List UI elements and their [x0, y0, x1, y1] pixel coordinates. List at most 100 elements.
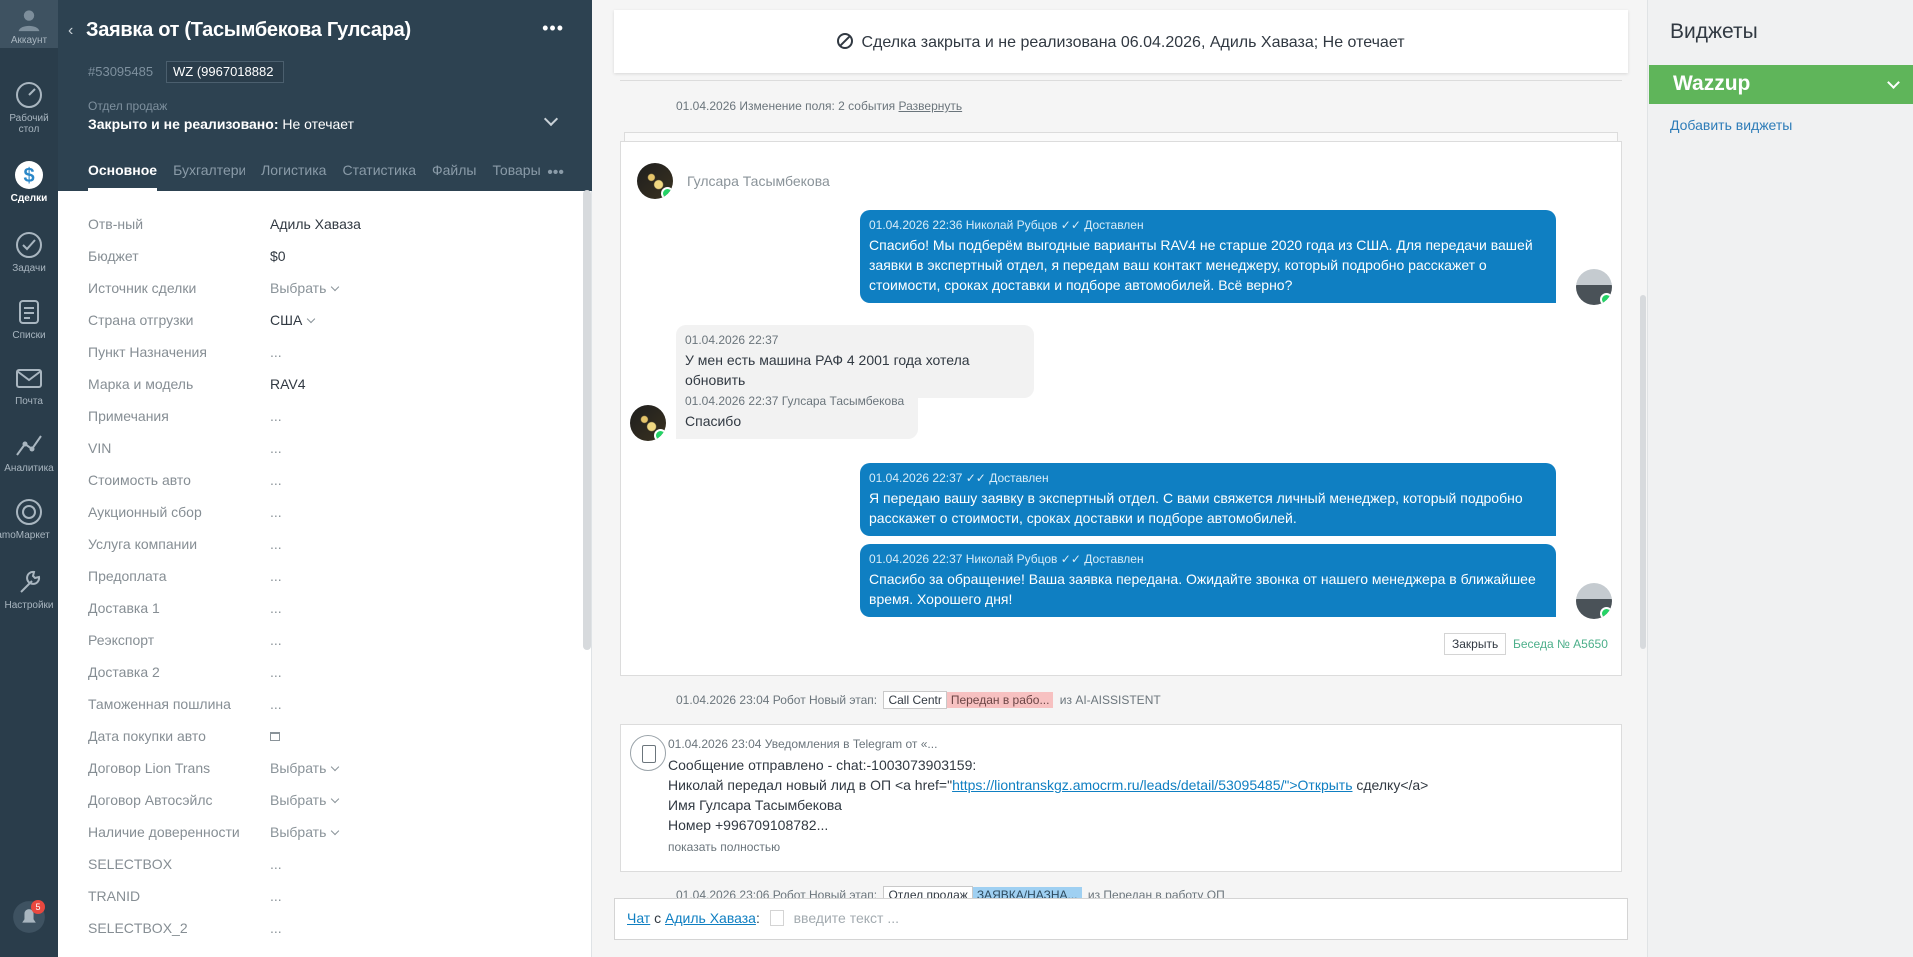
field-value[interactable]: ...	[270, 632, 282, 648]
field-label: Пункт Назначения	[88, 344, 207, 360]
nav-deals[interactable]: $ Сделки	[0, 160, 58, 204]
status-name: Закрыто и не реализовано:	[88, 116, 279, 132]
nav-tasks[interactable]: Задачи	[0, 230, 58, 274]
field-label: VIN	[88, 440, 112, 456]
field-delivery-2: Доставка 2...	[88, 656, 568, 688]
lead-scrollbar[interactable]	[583, 190, 591, 650]
field-value[interactable]: RAV4	[270, 376, 306, 392]
composer-with: с	[650, 910, 666, 926]
avatar[interactable]	[630, 405, 666, 441]
whatsapp-icon	[661, 187, 673, 199]
field-value[interactable]: ...	[270, 472, 282, 488]
nav-market[interactable]: amoМаркет	[0, 497, 58, 541]
nav-mail-label: Почта	[15, 396, 43, 407]
recipient-link[interactable]: Адиль Хаваза	[665, 910, 756, 926]
avatar[interactable]	[1576, 583, 1612, 619]
tab-statistics[interactable]: Статистика	[342, 162, 416, 191]
tab-files[interactable]: Файлы	[432, 162, 476, 191]
field-value[interactable]: ...	[270, 440, 282, 456]
avatar[interactable]	[637, 163, 673, 199]
more-options-icon[interactable]: •••	[542, 18, 564, 39]
nav-account-label: Аккаунт	[10, 35, 48, 46]
budget-value[interactable]: $0	[270, 248, 286, 264]
message-input[interactable]	[793, 910, 1394, 926]
delivery-status: Доставлен	[1084, 218, 1144, 232]
field-prepayment: Предоплата...	[88, 560, 568, 592]
field-value[interactable]: ...	[270, 856, 282, 872]
nav-settings[interactable]: Настройки	[0, 567, 58, 611]
field-value[interactable]: ...	[270, 920, 282, 936]
message-meta: 01.04.2026 22:36 Николай Рубцов ✓✓ Доста…	[869, 218, 1144, 232]
select-label: Выбрать	[270, 792, 327, 808]
select-label: Выбрать	[270, 760, 327, 776]
field-label: Марка и модель	[88, 376, 194, 392]
nav-dashboard[interactable]: Рабочий стол	[0, 80, 58, 135]
poa-select[interactable]: Выбрать	[270, 824, 340, 840]
stage-event-suffix: из AI-AISSISTENT	[1059, 693, 1161, 707]
source-select[interactable]: Выбрать	[270, 280, 340, 296]
widgets-title: Виджеты	[1670, 20, 1758, 43]
field-value[interactable]: ...	[270, 568, 282, 584]
tab-products[interactable]: Товары	[492, 162, 540, 191]
pipeline-status-select[interactable]: Закрыто и не реализовано: Не отечает	[88, 116, 354, 132]
field-value[interactable]: ...	[270, 888, 282, 904]
delivery-status: Доставлен	[1084, 552, 1144, 566]
chevron-down-icon	[331, 282, 340, 292]
avatar[interactable]	[1576, 269, 1612, 305]
tab-main[interactable]: Основное	[88, 162, 158, 191]
wazzup-widget[interactable]: Wazzup	[1649, 65, 1913, 104]
tabs-more-icon[interactable]: •••	[547, 164, 564, 182]
field-contract-lion-trans: Договор Lion Trans Выбрать	[88, 752, 568, 784]
field-value[interactable]: Адиль Хаваза	[270, 216, 361, 232]
notification-meta: 01.04.2026 23:04 Уведомления в Telegram …	[668, 737, 938, 751]
feed-scrollbar[interactable]	[1640, 295, 1646, 649]
field-value[interactable]: ...	[270, 408, 282, 424]
lead-card: ‹ Заявка от (Тасымбекова Гулсара) ••• #5…	[58, 0, 592, 957]
whatsapp-icon	[1600, 607, 1612, 619]
country-select[interactable]: США	[270, 312, 316, 328]
calendar-icon[interactable]	[270, 731, 280, 741]
add-widgets-link[interactable]: Добавить виджеты	[1670, 117, 1792, 133]
nav-notifications[interactable]: 5	[0, 900, 58, 937]
nav-mail[interactable]: Почта	[0, 363, 58, 407]
dollar-icon: $	[15, 161, 43, 189]
lead-link[interactable]: https://liontranskgz.amocrm.ru/leads/det…	[952, 777, 1352, 793]
contract-lion-select[interactable]: Выбрать	[270, 760, 340, 776]
lead-title[interactable]: Заявка от (Тасымбекова Гулсара)	[86, 19, 411, 42]
field-label: Таможенная пошлина	[88, 696, 231, 712]
field-value[interactable]: ...	[270, 344, 282, 360]
field-value[interactable]: ...	[270, 600, 282, 616]
wazzup-tag[interactable]: WZ (9967018882	[166, 61, 284, 83]
field-label: Отв-ный	[88, 216, 144, 232]
notification-line: Сообщение отправлено - chat:-10030739031…	[668, 757, 977, 773]
delivery-status: Доставлен	[989, 471, 1049, 485]
tab-logistics[interactable]: Логистика	[261, 162, 326, 191]
deal-closed-banner: Сделка закрыта и не реализована 06.04.20…	[614, 10, 1628, 73]
back-chevron-icon[interactable]: ‹	[68, 22, 82, 39]
message-outgoing: 01.04.2026 22:36 Николай Рубцов ✓✓ Доста…	[860, 210, 1556, 303]
contract-autosales-select[interactable]: Выбрать	[270, 792, 340, 808]
close-conversation-button[interactable]: Закрыть	[1444, 633, 1507, 655]
field-value[interactable]: ...	[270, 536, 282, 552]
field-label: Договор Автосэйлс	[88, 792, 213, 808]
nav-analytics[interactable]: Аналитика	[0, 430, 58, 474]
field-contract-autosales: Договор Автосэйлс Выбрать	[88, 784, 568, 816]
field-label: Доставка 1	[88, 600, 160, 616]
chat-contact-name[interactable]: Гулсара Тасымбекова	[687, 173, 830, 189]
nav-lists[interactable]: Списки	[0, 297, 58, 341]
nav-analytics-label: Аналитика	[4, 463, 54, 474]
conversation-number[interactable]: Беседа № A5650	[1513, 637, 1608, 651]
chevron-down-icon[interactable]	[543, 111, 559, 127]
field-value[interactable]: ...	[270, 696, 282, 712]
nav-market-label: amoМаркет	[0, 530, 50, 541]
field-label: Реэкспорт	[88, 632, 155, 648]
channel-select[interactable]	[769, 910, 784, 926]
nav-account[interactable]: Аккаунт	[0, 0, 58, 48]
field-value[interactable]: ...	[270, 504, 282, 520]
expand-link[interactable]: Развернуть	[899, 99, 963, 113]
chat-mode-link[interactable]: Чат	[627, 910, 650, 926]
tab-accounting[interactable]: Бухгалтери	[173, 162, 245, 191]
show-more-link[interactable]: показать полностью	[668, 837, 1428, 857]
field-value[interactable]: ...	[270, 664, 282, 680]
stage-event-prefix: 01.04.2026 23:04 Робот Новый этап:	[676, 693, 878, 707]
